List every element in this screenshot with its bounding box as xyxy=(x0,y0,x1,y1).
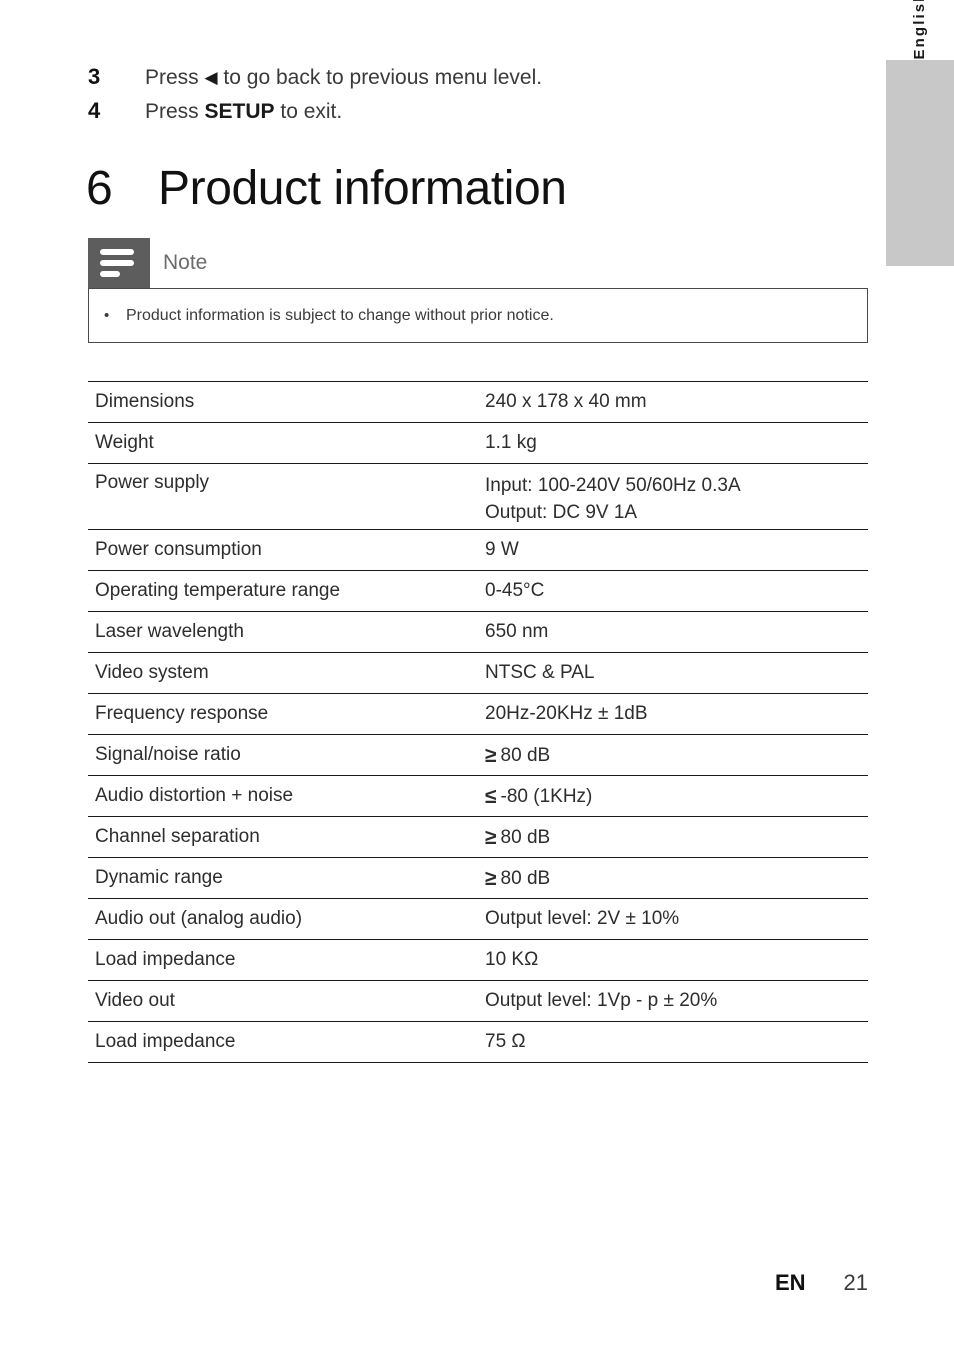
left-triangle-icon: ◀ xyxy=(204,68,218,87)
note-header: Note xyxy=(88,238,868,288)
table-row: Load impedance 75 Ω xyxy=(88,1021,868,1063)
table-row: Operating temperature range 0-45°C xyxy=(88,570,868,612)
step-text: Press ◀ to go back to previous menu leve… xyxy=(145,61,542,96)
comparison-symbol: ≤ xyxy=(485,785,497,808)
spec-label: Load impedance xyxy=(88,1021,479,1063)
spec-value-text: 80 dB xyxy=(500,827,551,848)
chapter-title: Product information xyxy=(158,162,567,215)
spec-value: 1.1 kg xyxy=(479,422,868,464)
comparison-symbol: ≥ xyxy=(485,744,497,767)
spec-value: Output level: 2V ± 10% xyxy=(479,898,868,940)
spec-label: Audio out (analog audio) xyxy=(88,898,479,940)
spec-value: 75 Ω xyxy=(479,1021,868,1063)
footer-language-code: EN xyxy=(774,1270,806,1295)
spec-value: 20Hz-20KHz ± 1dB xyxy=(479,693,868,735)
table-row: Frequency response 20Hz-20KHz ± 1dB xyxy=(88,693,868,735)
step-text: Press SETUP to exit. xyxy=(145,95,342,129)
step-text-suffix: to go back to previous menu level. xyxy=(217,66,543,89)
spec-label: Dynamic range xyxy=(88,857,479,899)
table-row: Power supply Input: 100-240V 50/60Hz 0.3… xyxy=(88,463,868,530)
table-row: Power consumption 9 W xyxy=(88,529,868,571)
spec-value: Output level: 1Vp - p ± 20% xyxy=(479,980,868,1022)
spec-label: Audio distortion + noise xyxy=(88,775,479,817)
spec-value-line: Output: DC 9V 1A xyxy=(485,502,638,523)
note-title: Note xyxy=(163,251,208,274)
step-text-bold: SETUP xyxy=(204,100,275,123)
spec-label: Power supply xyxy=(88,463,479,530)
step-text-prefix: Press xyxy=(145,100,205,123)
comparison-symbol: ≥ xyxy=(485,867,497,890)
table-row: Video out Output level: 1Vp - p ± 20% xyxy=(88,980,868,1022)
spec-value: ≥80 dB xyxy=(479,857,868,899)
step-text-prefix: Press xyxy=(145,66,205,89)
spec-label: Signal/noise ratio xyxy=(88,734,479,776)
page-number: 21 xyxy=(843,1270,868,1295)
spec-label: Laser wavelength xyxy=(88,611,479,653)
spec-value: 0-45°C xyxy=(479,570,868,612)
bullet-icon: • xyxy=(104,306,110,324)
table-row: Load impedance 10 KΩ xyxy=(88,939,868,981)
spec-label: Weight xyxy=(88,422,479,464)
specification-table: Dimensions 240 x 178 x 40 mm Weight 1.1 … xyxy=(88,381,868,1063)
page-title: 6 Product information xyxy=(86,160,567,218)
note-icon-bar xyxy=(100,271,120,277)
note-body: • Product information is subject to chan… xyxy=(88,288,868,343)
specification-table-body: Dimensions 240 x 178 x 40 mm Weight 1.1 … xyxy=(88,381,868,1063)
note-callout: Note • Product information is subject to… xyxy=(88,238,868,343)
spec-value: 650 nm xyxy=(479,611,868,653)
language-tab: English xyxy=(886,0,954,266)
spec-label: Channel separation xyxy=(88,816,479,858)
spec-label: Frequency response xyxy=(88,693,479,735)
table-row: Video system NTSC & PAL xyxy=(88,652,868,694)
note-text: Product information is subject to change… xyxy=(126,306,554,324)
spec-label: Video system xyxy=(88,652,479,694)
spec-value: 240 x 178 x 40 mm xyxy=(479,381,868,423)
procedure-steps: 3 Press ◀ to go back to previous menu le… xyxy=(88,60,788,128)
spec-value-text: -80 (1KHz) xyxy=(500,786,593,807)
spec-value: ≤ -80 (1KHz) xyxy=(479,775,868,817)
note-icon-bar xyxy=(100,249,134,255)
chapter-number: 6 xyxy=(86,162,113,215)
spec-value: 10 KΩ xyxy=(479,939,868,981)
spec-label: Video out xyxy=(88,980,479,1022)
spec-label: Load impedance xyxy=(88,939,479,981)
spec-value: ≥80 dB xyxy=(479,816,868,858)
spec-value-text: 80 dB xyxy=(500,868,551,889)
step-number: 4 xyxy=(88,98,101,123)
spec-label: Operating temperature range xyxy=(88,570,479,612)
list-item: • Product information is subject to chan… xyxy=(89,307,554,325)
table-row: Weight 1.1 kg xyxy=(88,422,868,464)
spec-value-text: 80 dB xyxy=(500,745,551,766)
comparison-symbol: ≥ xyxy=(485,826,497,849)
spec-label: Dimensions xyxy=(88,381,479,423)
spec-value: 9 W xyxy=(479,529,868,571)
list-item: 3 Press ◀ to go back to previous menu le… xyxy=(88,60,788,94)
note-icon xyxy=(88,238,150,288)
spec-value: Input: 100-240V 50/60Hz 0.3A Output: DC … xyxy=(479,463,868,530)
table-row: Dimensions 240 x 178 x 40 mm xyxy=(88,381,868,423)
note-icon-bar xyxy=(100,260,134,266)
spec-label: Power consumption xyxy=(88,529,479,571)
table-row: Channel separation ≥80 dB xyxy=(88,816,868,858)
table-row: Laser wavelength 650 nm xyxy=(88,611,868,653)
list-item: 4 Press SETUP to exit. xyxy=(88,94,788,128)
step-number: 3 xyxy=(88,64,101,89)
page-footer: EN 21 xyxy=(0,1270,868,1296)
table-row: Audio out (analog audio) Output level: 2… xyxy=(88,898,868,940)
table-row: Audio distortion + noise ≤ -80 (1KHz) xyxy=(88,775,868,817)
spec-value: NTSC & PAL xyxy=(479,652,868,694)
table-row: Dynamic range ≥80 dB xyxy=(88,857,868,899)
table-row: Signal/noise ratio ≥80 dB xyxy=(88,734,868,776)
step-text-suffix: to exit. xyxy=(274,100,343,123)
language-tab-label: English xyxy=(911,0,928,60)
spec-value: ≥80 dB xyxy=(479,734,868,776)
spec-value-line: Input: 100-240V 50/60Hz 0.3A xyxy=(485,475,741,496)
